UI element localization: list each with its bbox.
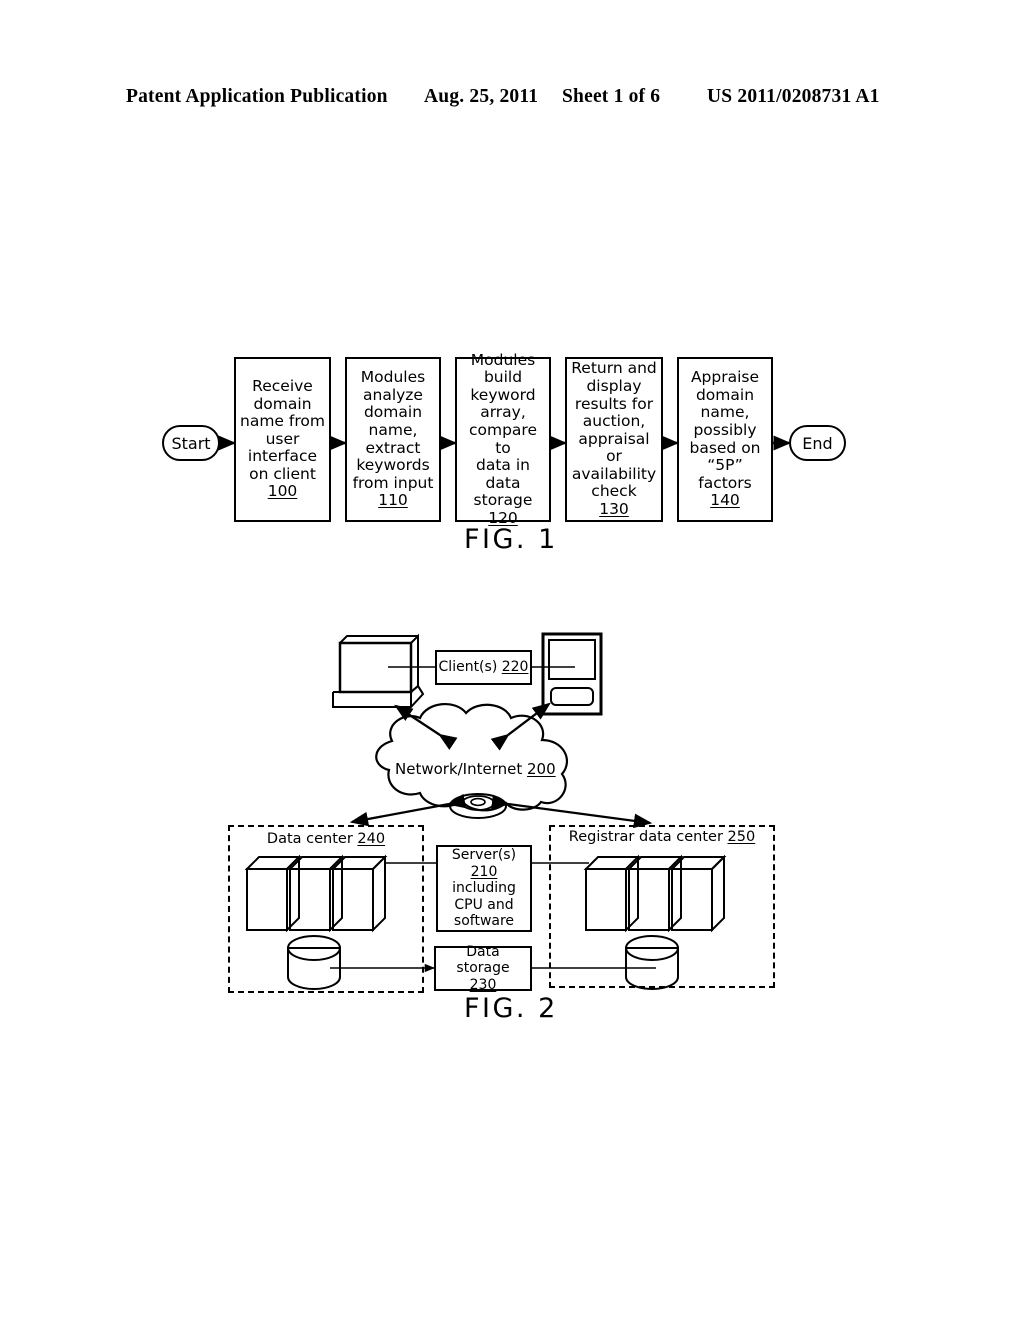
clients-label-text: Client(s) 220: [438, 659, 529, 676]
registrar-rack-group: [583, 854, 727, 933]
figure-2: Data center 240 Registrar data center 25…: [0, 0, 1024, 1320]
data-center-rack-group: [244, 854, 388, 933]
data-center-database-cylinder: [287, 935, 341, 990]
clients-ref: 220: [501, 659, 529, 676]
data-storage-ref: 230: [469, 976, 497, 993]
arrow-cloud-laptop: [394, 704, 458, 751]
arrow-cloud-data-center: [349, 793, 467, 827]
cloud-label: Network/Internet 200: [395, 760, 556, 778]
data-storage-box[interactable]: Data storage 230: [434, 943, 532, 993]
cloud-ref: 200: [527, 760, 556, 778]
registrar-database-cylinder: [625, 935, 679, 990]
servers-box-text: Server(s) 210 including CPU and software: [451, 847, 517, 930]
desktop-tower-icon: [541, 632, 603, 716]
servers-box[interactable]: Server(s) 210 including CPU and software: [436, 845, 532, 932]
clients-label-box[interactable]: Client(s) 220: [435, 650, 532, 685]
figure-2-caption: FIG. 2: [464, 993, 558, 1024]
arrow-cloud-registrar: [491, 794, 653, 829]
servers-ref: 210: [470, 863, 498, 880]
data-storage-box-text: Data storage 230: [456, 943, 510, 993]
laptop-icon: [332, 633, 425, 708]
